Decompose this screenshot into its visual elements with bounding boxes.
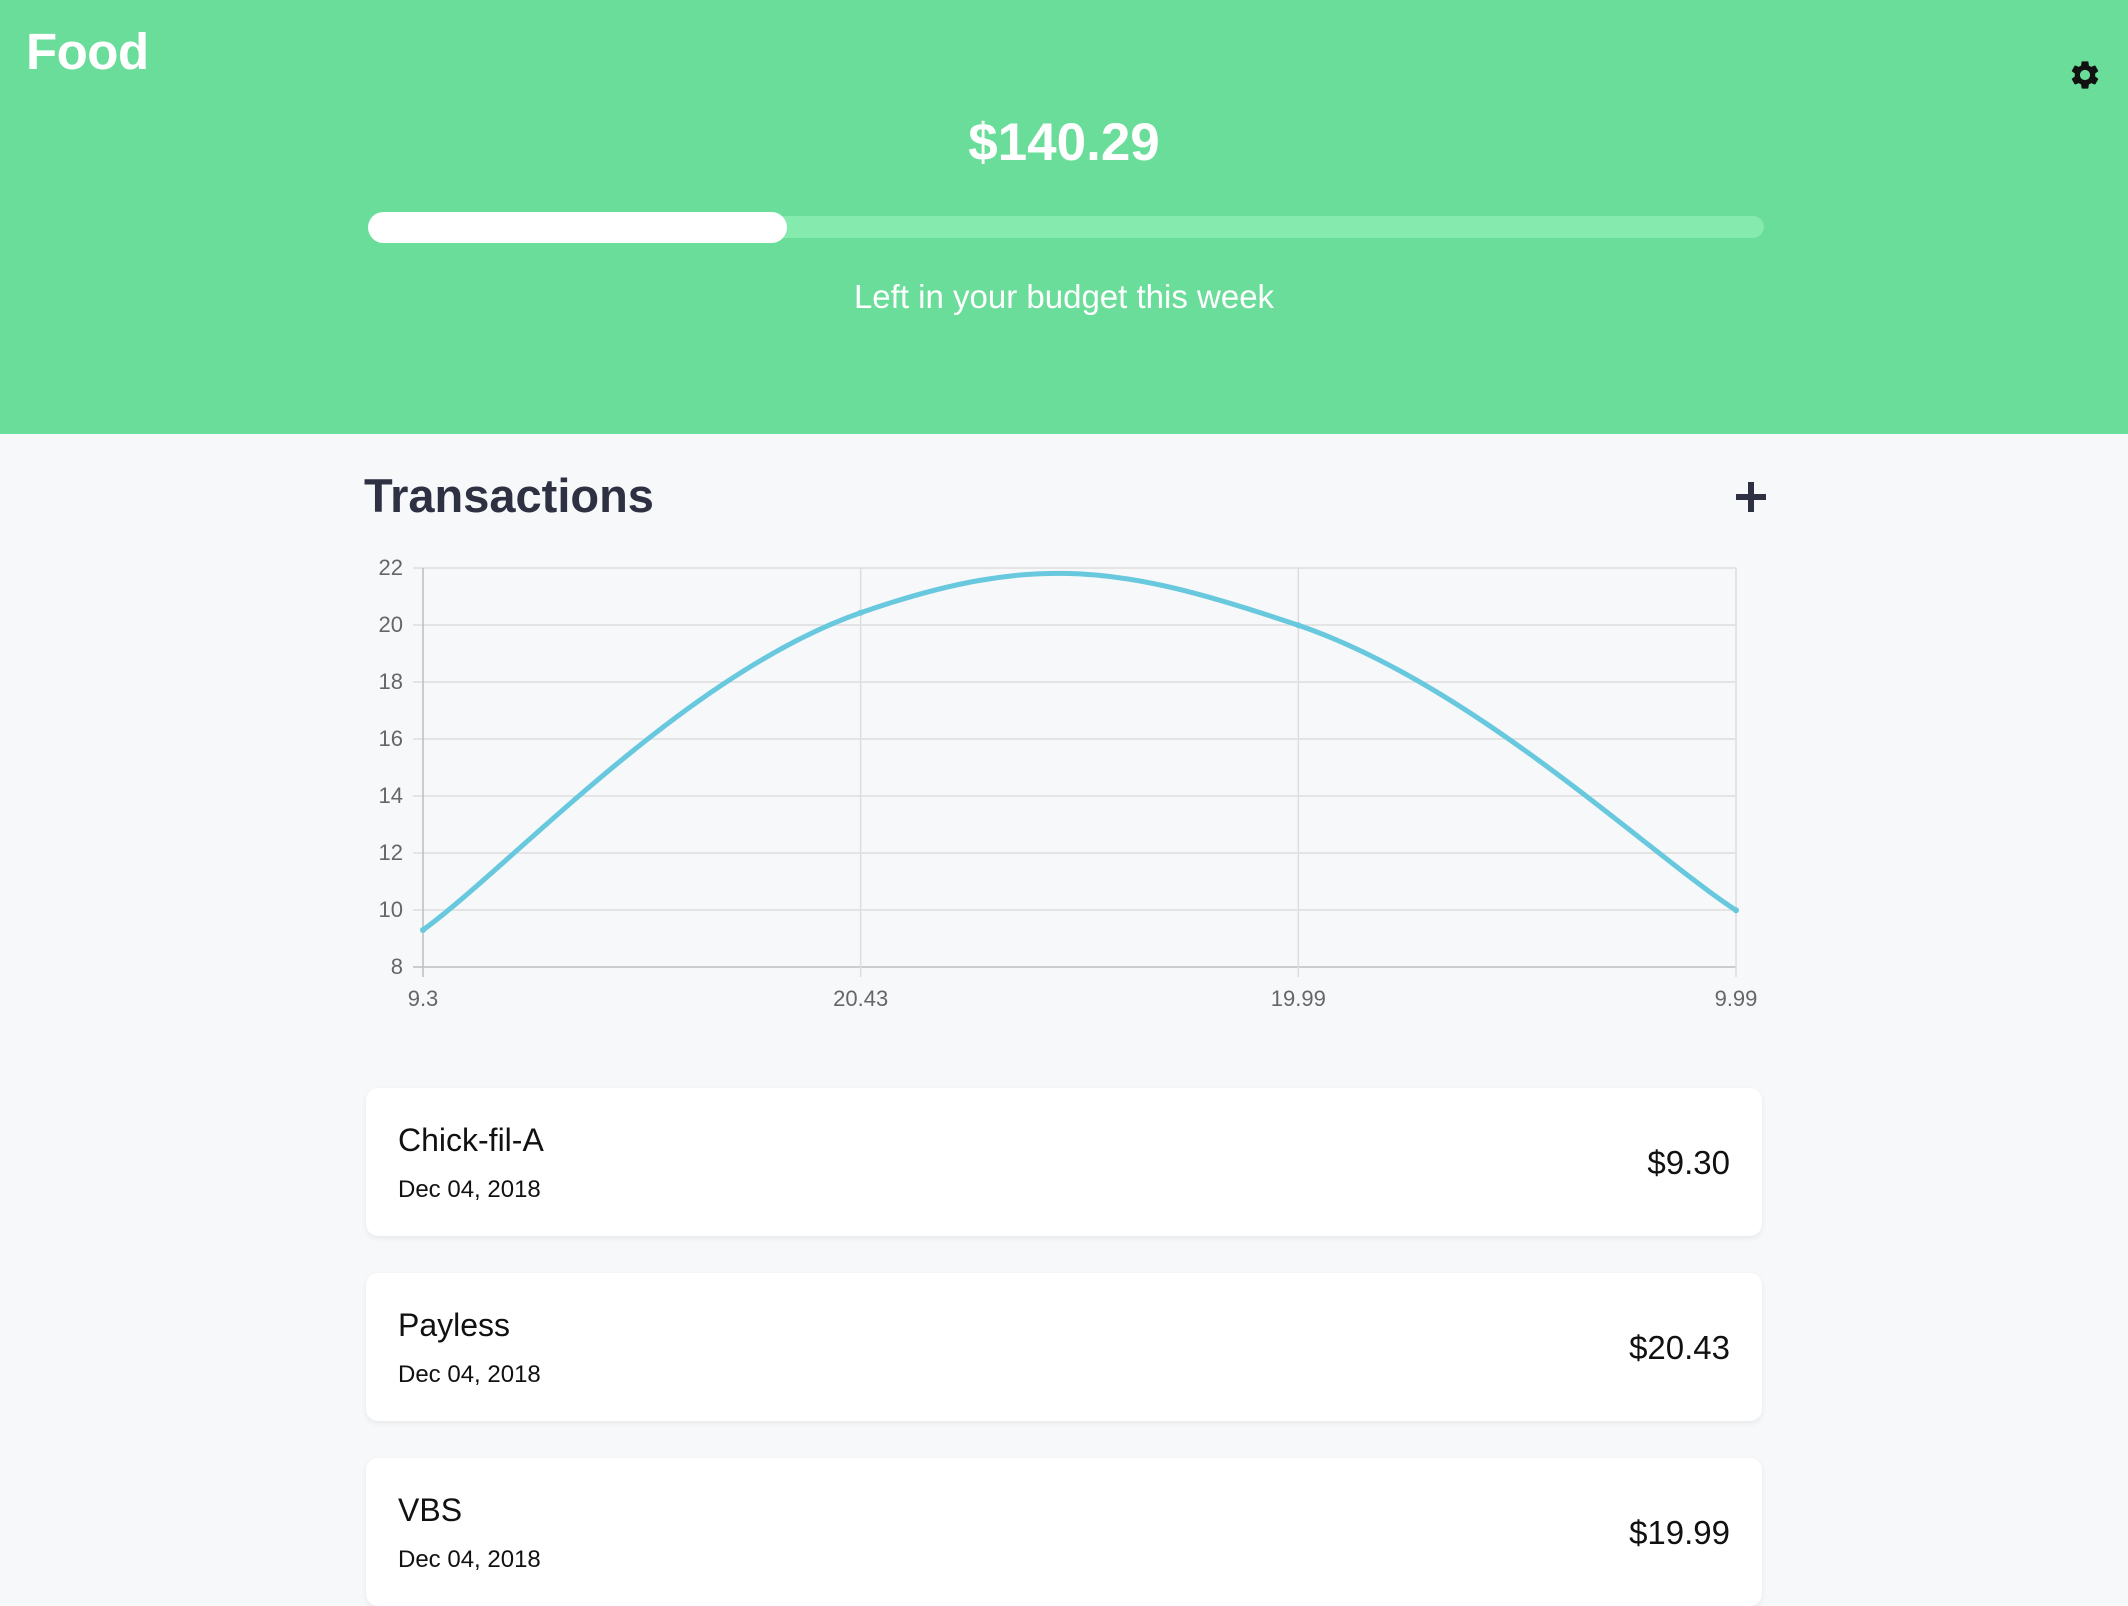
chart-x-tick-label: 20.43: [833, 986, 888, 1011]
transaction-amount: $9.30: [1647, 1144, 1730, 1181]
settings-button[interactable]: [2062, 52, 2108, 98]
chart-y-tick-label: 20: [379, 612, 403, 637]
budget-remaining-amount: $140.29: [968, 113, 1160, 172]
chart-y-tick-label: 10: [379, 897, 403, 922]
plus-icon: [1736, 482, 1766, 512]
transaction-date: Dec 04, 2018: [398, 1176, 541, 1203]
chart-data-point: [420, 926, 426, 933]
chart-y-tick-label: 18: [379, 669, 403, 694]
chart-data-point: [857, 609, 864, 616]
page-title: Food: [26, 23, 149, 80]
transaction-card[interactable]: Chick-fil-A Dec 04, 2018 $9.30: [366, 1088, 1762, 1236]
chart-y-tick-label: 16: [379, 726, 403, 751]
chart-y-tick-label: 8: [391, 954, 403, 979]
budget-caption: Left in your budget this week: [853, 278, 1275, 315]
chart-data-point: [1295, 622, 1302, 629]
chart-x-tick-label: 9.99: [1715, 986, 1758, 1011]
transaction-amount: $20.43: [1629, 1329, 1730, 1366]
transaction-name: Chick-fil-A: [398, 1122, 544, 1158]
transaction-date: Dec 04, 2018: [398, 1546, 541, 1573]
budget-progress-bar: [368, 212, 1764, 243]
transaction-amount: $19.99: [1629, 1514, 1730, 1551]
gear-icon: [2071, 61, 2099, 89]
transactions-title: Transactions: [364, 469, 654, 522]
chart-y-tick-label: 12: [379, 840, 403, 865]
chart-x-tick-label: 19.99: [1271, 986, 1326, 1011]
transaction-name: Payless: [398, 1307, 511, 1343]
chart-data-point: [1733, 907, 1739, 914]
add-transaction-button[interactable]: [1730, 476, 1772, 518]
transaction-date: Dec 04, 2018: [398, 1361, 541, 1388]
transaction-card[interactable]: Payless Dec 04, 2018 $20.43: [366, 1273, 1762, 1421]
transaction-card[interactable]: VBS Dec 04, 2018 $19.99: [366, 1458, 1762, 1606]
chart-y-tick-label: 14: [379, 783, 403, 808]
transaction-name: VBS: [398, 1492, 463, 1528]
chart-y-tick-label: 22: [379, 555, 403, 580]
chart-series-line: [420, 570, 1739, 933]
chart-x-tick-label: 9.3: [408, 986, 439, 1011]
budget-header: Food $140.29 Left in your budget this we…: [0, 0, 2128, 434]
budget-progress-fill: [368, 212, 787, 243]
